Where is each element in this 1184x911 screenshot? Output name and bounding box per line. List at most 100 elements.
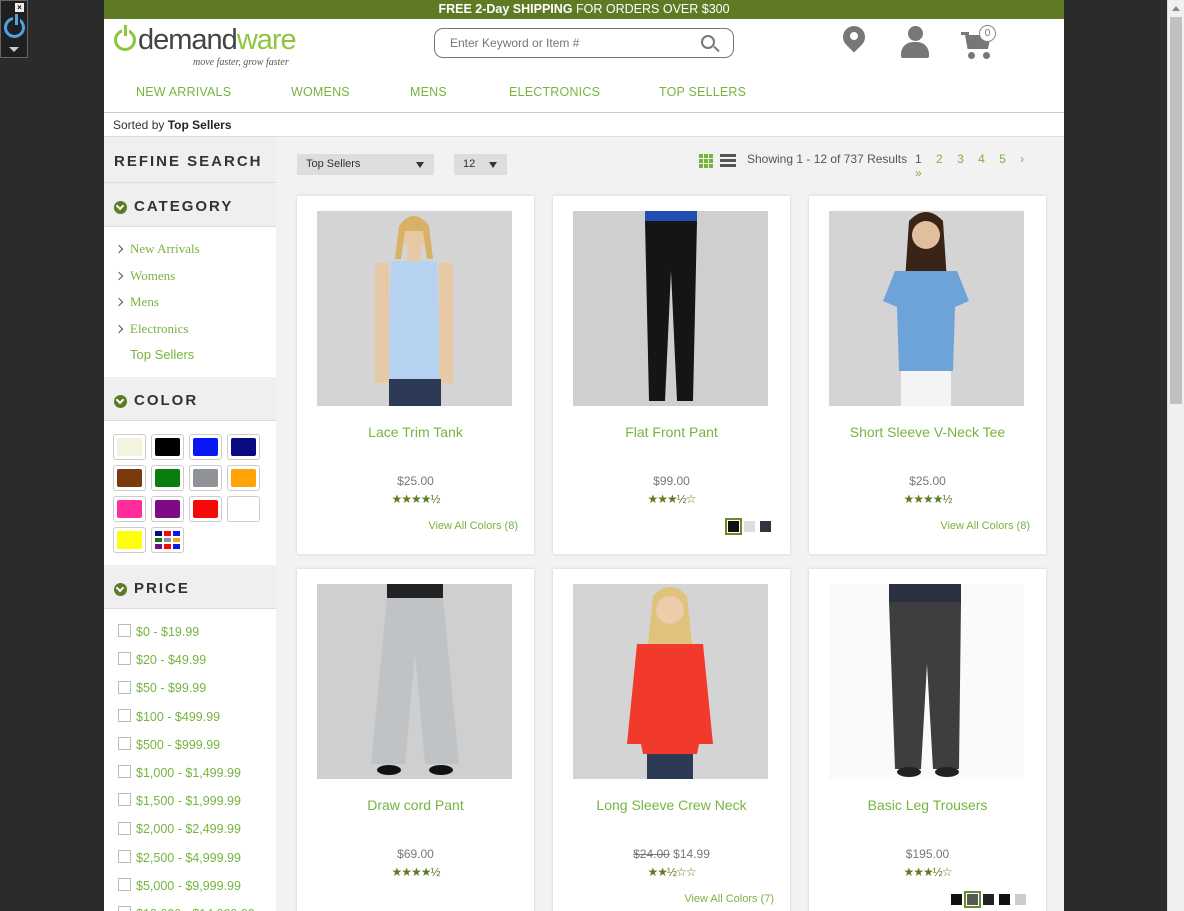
page-link[interactable]: 4 [978,152,985,166]
product-name[interactable]: Lace Trim Tank [297,424,534,440]
color-swatch[interactable] [189,434,222,460]
price-filter-item[interactable]: $100 - $499.99 [104,703,276,731]
checkbox[interactable] [118,736,131,750]
view-all-colors-link[interactable]: View All Colors (7) [684,893,774,905]
checkbox[interactable] [118,624,131,638]
checkbox[interactable] [118,906,131,911]
color-swatch[interactable] [744,521,755,532]
view-all-colors-link[interactable]: View All Colors (8) [428,520,518,532]
store-locator-icon[interactable] [838,21,870,56]
price-header[interactable]: PRICE [104,565,276,609]
color-swatch[interactable] [725,518,742,535]
color-header[interactable]: COLOR [104,377,276,421]
color-swatch[interactable] [227,434,260,460]
color-swatch[interactable] [151,465,184,491]
grid-view-icon[interactable] [699,154,713,168]
color-swatch[interactable] [964,891,981,908]
checkbox[interactable] [118,821,131,835]
price-filter-item[interactable]: $1,500 - $1,999.99 [104,787,276,815]
price-filter-item[interactable]: $1,000 - $1,499.99 [104,759,276,787]
color-swatch[interactable] [1015,894,1026,905]
color-swatch[interactable] [113,496,146,522]
product-card[interactable]: Flat Front Pant $99.00 ★★★½☆ [553,196,790,554]
price-filter-item[interactable]: $5,000 - $9,999.99 [104,872,276,900]
product-image[interactable] [829,584,1024,779]
category-item-womens[interactable]: Womens [104,263,276,290]
scroll-up-arrow[interactable] [1172,6,1180,11]
scrollbar-thumb[interactable] [1170,17,1182,404]
category-item-top-sellers[interactable]: Top Sellers [104,342,276,369]
product-image[interactable] [573,211,768,406]
product-name[interactable]: Short Sleeve V-Neck Tee [809,424,1046,440]
checkbox[interactable] [118,849,131,863]
product-image[interactable] [573,584,768,779]
product-card[interactable]: Short Sleeve V-Neck Tee $25.00 ★★★★½ Vie… [809,196,1046,554]
price-filter-item[interactable]: $2,500 - $4,999.99 [104,844,276,872]
power-icon[interactable] [4,14,25,38]
nav-womens[interactable]: WOMENS [291,85,350,99]
product-image[interactable] [317,584,512,779]
product-name[interactable]: Basic Leg Trousers [809,797,1046,813]
product-card[interactable]: Long Sleeve Crew Neck $24.00 $14.99 ★★½☆… [553,569,790,911]
category-item-new-arrivals[interactable]: New Arrivals [104,236,276,263]
color-swatch[interactable] [189,496,222,522]
page-link[interactable]: 3 [957,152,964,166]
price-filter-item[interactable]: $50 - $99.99 [104,674,276,702]
price-filter-item[interactable]: $2,000 - $2,499.99 [104,815,276,843]
vertical-scrollbar[interactable] [1167,0,1184,911]
color-swatch[interactable] [760,521,771,532]
color-swatch[interactable] [999,894,1010,905]
nav-top-sellers[interactable]: TOP SELLERS [659,85,746,99]
list-view-icon[interactable] [720,154,736,167]
page-link[interactable]: 5 [999,152,1006,166]
color-swatch[interactable] [983,894,994,905]
category-item-electronics[interactable]: Electronics [104,316,276,343]
page-size-select[interactable]: 12 [454,154,507,175]
nav-mens[interactable]: MENS [410,85,447,99]
product-name[interactable]: Flat Front Pant [553,424,790,440]
account-icon[interactable] [900,26,930,58]
sort-select[interactable]: Top Sellers [297,154,434,175]
color-swatch[interactable] [189,465,222,491]
checkbox[interactable] [118,680,131,694]
cart-icon[interactable]: 0 [961,25,997,61]
color-swatch[interactable] [227,496,260,522]
view-all-colors-link[interactable]: View All Colors (8) [940,520,1030,532]
category-header[interactable]: CATEGORY [104,183,276,227]
chevron-down-icon[interactable] [9,47,19,52]
color-swatch[interactable] [227,465,260,491]
product-card[interactable]: Basic Leg Trousers $195.00 ★★★½☆ [809,569,1046,911]
product-name[interactable]: Draw cord Pant [297,797,534,813]
product-card[interactable]: Draw cord Pant $69.00 ★★★★½ [297,569,534,911]
product-image[interactable] [317,211,512,406]
product-card[interactable]: Lace Trim Tank $25.00 ★★★★½ View All Col… [297,196,534,554]
category-item-mens[interactable]: Mens [104,289,276,316]
color-swatch[interactable] [951,894,962,905]
color-swatch[interactable] [151,496,184,522]
search-icon[interactable] [701,35,715,49]
price-filter-item[interactable]: $10,000 - $14,999.99 [104,900,276,911]
next-page-link[interactable]: › [1020,152,1024,166]
checkbox[interactable] [118,652,131,666]
product-name[interactable]: Long Sleeve Crew Neck [553,797,790,813]
last-page-link[interactable]: » [915,166,922,180]
price-filter-item[interactable]: $500 - $999.99 [104,731,276,759]
checkbox[interactable] [118,877,131,891]
nav-electronics[interactable]: ELECTRONICS [509,85,600,99]
color-swatch[interactable] [113,465,146,491]
power-widget[interactable]: × [0,0,28,58]
checkbox[interactable] [118,765,131,779]
checkbox[interactable] [118,708,131,722]
product-image[interactable] [829,211,1024,406]
checkbox[interactable] [118,793,131,807]
nav-new-arrivals[interactable]: NEW ARRIVALS [136,85,231,99]
price-filter-item[interactable]: $0 - $19.99 [104,618,276,646]
search-input[interactable] [450,35,690,51]
multicolor-swatch[interactable] [151,527,184,553]
color-swatch[interactable] [113,434,146,460]
price-filter-item[interactable]: $20 - $49.99 [104,646,276,674]
page-link[interactable]: 2 [936,152,943,166]
brand-logo[interactable]: demandware move faster, grow faster [113,24,313,68]
close-icon[interactable]: × [15,3,24,12]
color-swatch[interactable] [151,434,184,460]
